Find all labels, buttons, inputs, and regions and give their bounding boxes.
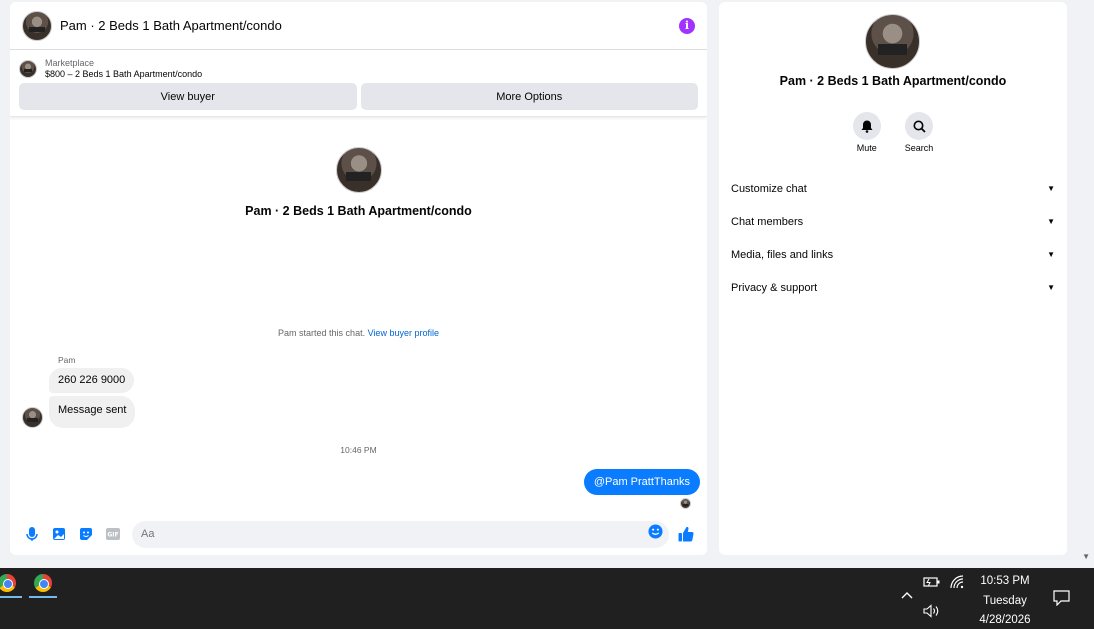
bell-icon xyxy=(852,112,881,140)
search-icon xyxy=(905,112,933,140)
chrome-icon[interactable] xyxy=(34,574,52,592)
sender-name: Pam xyxy=(58,355,76,365)
view-buyer-button[interactable]: View buyer xyxy=(19,83,357,110)
menu-item-privacy-support[interactable]: Privacy & support ▼ xyxy=(719,271,1067,304)
chevron-up-icon[interactable] xyxy=(900,588,914,603)
sender-avatar[interactable] xyxy=(22,407,43,428)
gif-icon[interactable]: GIF xyxy=(104,525,122,543)
chevron-down-icon: ▼ xyxy=(1047,184,1055,193)
emoji-icon[interactable] xyxy=(647,524,663,544)
clock-date: 4/28/2026 xyxy=(979,614,1031,626)
chevron-down-icon: ▼ xyxy=(1047,217,1055,226)
message-input-box[interactable] xyxy=(132,520,669,548)
mute-label: Mute xyxy=(856,143,877,153)
volume-icon[interactable] xyxy=(923,604,941,621)
like-icon[interactable] xyxy=(677,525,695,543)
outgoing-message[interactable]: @Pam PrattThanks xyxy=(583,469,700,495)
more-options-button[interactable]: More Options xyxy=(360,83,698,110)
page-scrollbar[interactable] xyxy=(1078,0,1094,568)
clock-time: 10:53 PM xyxy=(980,575,1030,587)
menu-item-customize-chat[interactable]: Customize chat ▼ xyxy=(719,172,1067,205)
profile-name: Pam · 2 Beds 1 Bath Apartment/condo xyxy=(779,74,1007,88)
system-message: Pam started this chat. View buyer profil… xyxy=(10,328,707,338)
app-active-indicator xyxy=(29,596,57,598)
seen-avatar xyxy=(680,498,691,509)
message-input[interactable] xyxy=(141,528,648,540)
menu-item-chat-members[interactable]: Chat members ▼ xyxy=(719,205,1067,238)
mention[interactable]: @Pam Pratt xyxy=(594,476,654,488)
taskbar: 10:53 PM Tuesday 4/28/2026 xyxy=(0,568,1094,629)
menu-item-media-files-links[interactable]: Media, files and links ▼ xyxy=(719,238,1067,271)
composer: GIF xyxy=(10,520,707,548)
system-message-text: Pam started this chat. xyxy=(278,328,366,338)
search-button[interactable]: Search xyxy=(904,112,934,153)
search-label: Search xyxy=(904,143,934,153)
wifi-icon[interactable] xyxy=(950,575,965,593)
mute-button[interactable]: Mute xyxy=(852,112,881,153)
sticker-icon[interactable] xyxy=(77,525,95,543)
listing-title[interactable]: $800 – 2 Beds 1 Bath Apartment/condo xyxy=(45,69,202,79)
marketplace-banner: Marketplace $800 – 2 Beds 1 Bath Apartme… xyxy=(10,50,707,117)
chevron-down-icon: ▼ xyxy=(1047,250,1055,259)
incoming-message[interactable]: 260 226 9000 xyxy=(49,368,135,393)
marketplace-label: Marketplace xyxy=(45,58,95,68)
profile-avatar[interactable] xyxy=(865,14,920,69)
chevron-down-icon: ▼ xyxy=(1047,283,1055,292)
svg-text:GIF: GIF xyxy=(107,532,118,539)
intro-name: Pam · 2 Beds 1 Bath Apartment/condo xyxy=(245,204,472,218)
scroll-down-arrow-icon[interactable]: ▼ xyxy=(1082,552,1090,561)
info-icon[interactable]: i xyxy=(679,17,695,34)
app-active-indicator xyxy=(0,596,22,598)
chat-title[interactable]: Pam · 2 Beds 1 Bath Apartment/condo xyxy=(60,18,679,33)
system-clock[interactable]: 10:53 PM Tuesday 4/28/2026 xyxy=(965,572,1045,629)
intro-avatar[interactable] xyxy=(335,147,382,193)
message-timestamp: 10:46 PM xyxy=(340,445,377,455)
chat-intro: Pam · 2 Beds 1 Bath Apartment/condo xyxy=(10,147,707,218)
chat-details-panel: Pam · 2 Beds 1 Bath Apartment/condo Mute… xyxy=(719,2,1067,555)
notification-icon[interactable] xyxy=(1053,590,1070,611)
clock-day: Tuesday xyxy=(983,594,1027,607)
battery-icon[interactable] xyxy=(923,576,941,591)
outgoing-message-text: Thanks xyxy=(653,476,690,488)
view-buyer-profile-link[interactable]: View buyer profile xyxy=(368,328,439,338)
chat-avatar[interactable] xyxy=(22,10,52,41)
listing-thumbnail[interactable] xyxy=(19,59,37,78)
details-menu: Customize chat ▼ Chat members ▼ Media, fil… xyxy=(719,172,1067,304)
microphone-icon[interactable] xyxy=(23,525,41,543)
chat-header: Pam · 2 Beds 1 Bath Apartment/condo i xyxy=(10,2,707,50)
incoming-message[interactable]: Message sent xyxy=(49,396,136,428)
chrome-icon[interactable] xyxy=(0,574,16,592)
chat-panel: Pam · 2 Beds 1 Bath Apartment/condo i Ma… xyxy=(10,2,707,555)
photo-icon[interactable] xyxy=(50,525,68,543)
